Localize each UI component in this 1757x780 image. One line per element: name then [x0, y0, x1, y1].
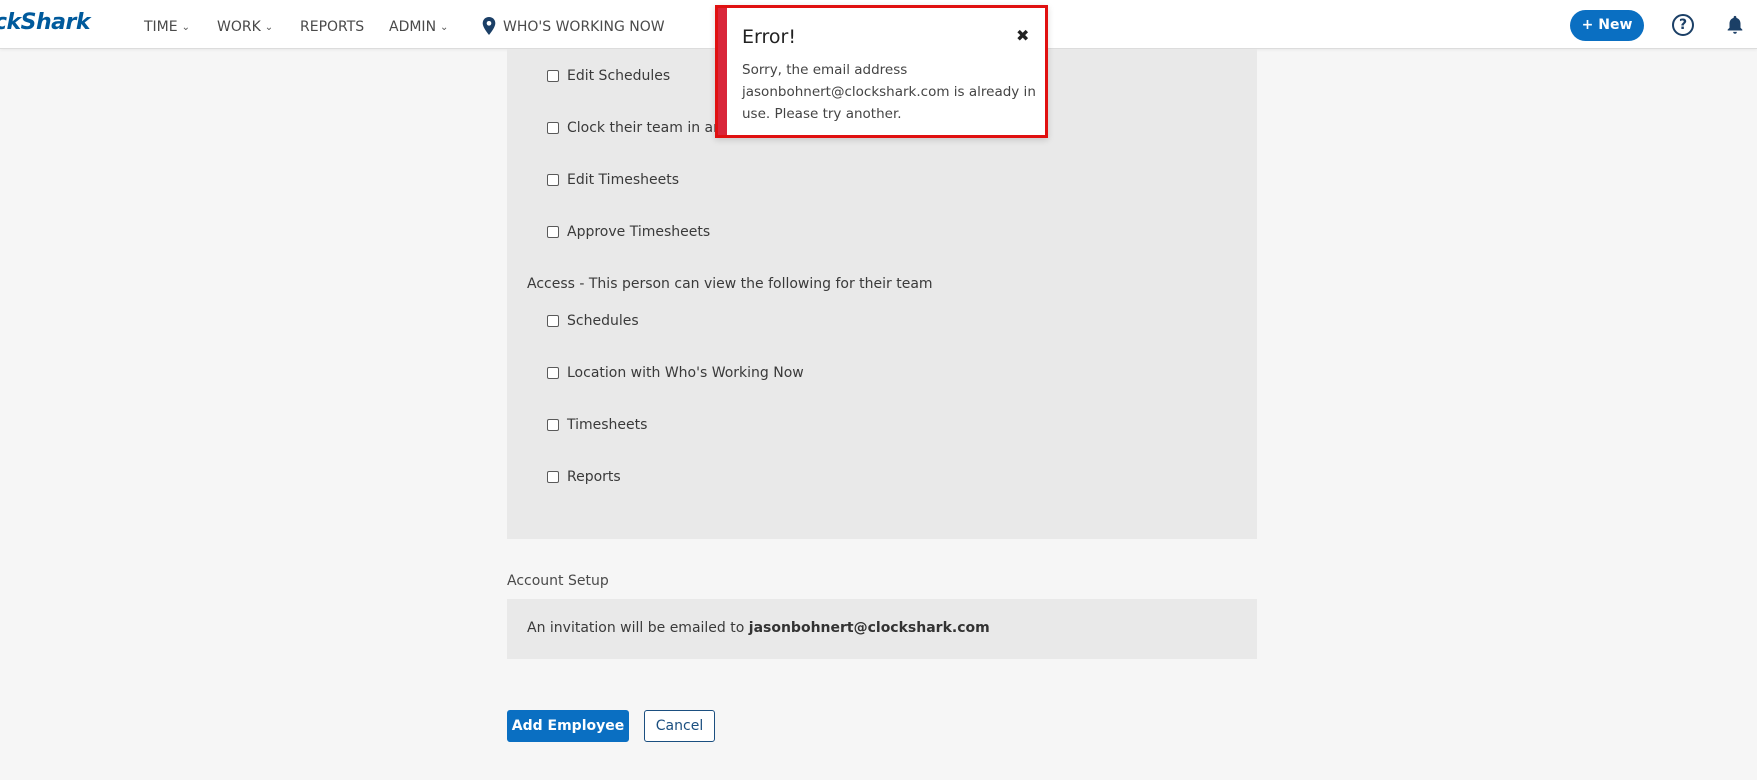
cancel-button[interactable]: Cancel — [644, 710, 715, 742]
checkbox[interactable] — [547, 70, 559, 82]
checkbox[interactable] — [547, 226, 559, 238]
new-button[interactable]: + New — [1570, 10, 1644, 41]
checkbox-access-location[interactable]: Location with Who's Working Now — [547, 365, 804, 381]
error-toast-accent-bar — [718, 8, 727, 135]
bell-icon[interactable] — [1724, 14, 1746, 36]
checkbox-label: Schedules — [567, 313, 639, 329]
checkbox-label: Edit Timesheets — [567, 172, 679, 188]
nav-reports[interactable]: REPORTS — [300, 19, 364, 35]
nav-work[interactable]: WORK ⌄ — [217, 19, 273, 35]
account-setup-title: Account Setup — [507, 573, 609, 589]
checkbox-label: Edit Schedules — [567, 68, 671, 84]
checkbox[interactable] — [547, 367, 559, 379]
checkbox-label: Location with Who's Working Now — [567, 365, 804, 381]
checkbox[interactable] — [547, 471, 559, 483]
location-pin-icon — [482, 17, 496, 35]
chevron-down-icon: ⌄ — [264, 22, 274, 33]
invite-text: An invitation will be emailed to jasonbo… — [527, 620, 990, 636]
checkbox-edit-timesheets[interactable]: Edit Timesheets — [547, 172, 679, 188]
nav-admin[interactable]: ADMIN ⌄ — [389, 19, 448, 35]
error-toast: Error! ✖ Sorry, the email address jasonb… — [715, 5, 1048, 138]
invite-prefix: An invitation will be emailed to — [527, 620, 749, 636]
error-toast-message: Sorry, the email address jasonbohnert@cl… — [742, 62, 1036, 122]
checkbox[interactable] — [547, 419, 559, 431]
checkbox-edit-schedules[interactable]: Edit Schedules — [547, 68, 670, 84]
checkbox-access-timesheets[interactable]: Timesheets — [547, 417, 647, 433]
checkbox-label: Approve Timesheets — [567, 224, 711, 240]
checkbox-label: Timesheets — [567, 417, 648, 433]
nav-time-label: TIME — [144, 19, 178, 35]
chevron-down-icon: ⌄ — [440, 22, 449, 33]
checkbox[interactable] — [547, 174, 559, 186]
checkbox-access-schedules[interactable]: Schedules — [547, 313, 639, 329]
checkbox-clock-team[interactable]: Clock their team in and — [547, 120, 731, 136]
checkbox[interactable] — [547, 315, 559, 327]
checkbox-label: Reports — [567, 469, 621, 485]
chevron-down-icon: ⌄ — [181, 22, 190, 33]
help-icon[interactable]: ? — [1672, 14, 1694, 36]
checkbox-access-reports[interactable]: Reports — [547, 469, 621, 485]
nav-work-label: WORK — [217, 19, 261, 35]
nav-time[interactable]: TIME ⌄ — [144, 19, 190, 35]
close-icon[interactable]: ✖ — [1016, 26, 1029, 45]
access-heading: Access - This person can view the follow… — [527, 276, 933, 292]
nav-reports-label: REPORTS — [300, 19, 365, 35]
nav-whos-working-now-label: WHO'S WORKING NOW — [503, 19, 665, 35]
checkbox[interactable] — [547, 122, 559, 134]
add-employee-button[interactable]: Add Employee — [507, 710, 629, 742]
nav-admin-label: ADMIN — [389, 19, 437, 35]
nav-whos-working-now[interactable]: WHO'S WORKING NOW — [481, 17, 665, 35]
checkbox-approve-timesheets[interactable]: Approve Timesheets — [547, 224, 710, 240]
invite-email: jasonbohnert@clockshark.com — [748, 620, 990, 636]
logo[interactable]: ckShark — [0, 10, 91, 35]
checkbox-label: Clock their team in and — [567, 120, 731, 136]
error-toast-title: Error! — [742, 26, 796, 48]
